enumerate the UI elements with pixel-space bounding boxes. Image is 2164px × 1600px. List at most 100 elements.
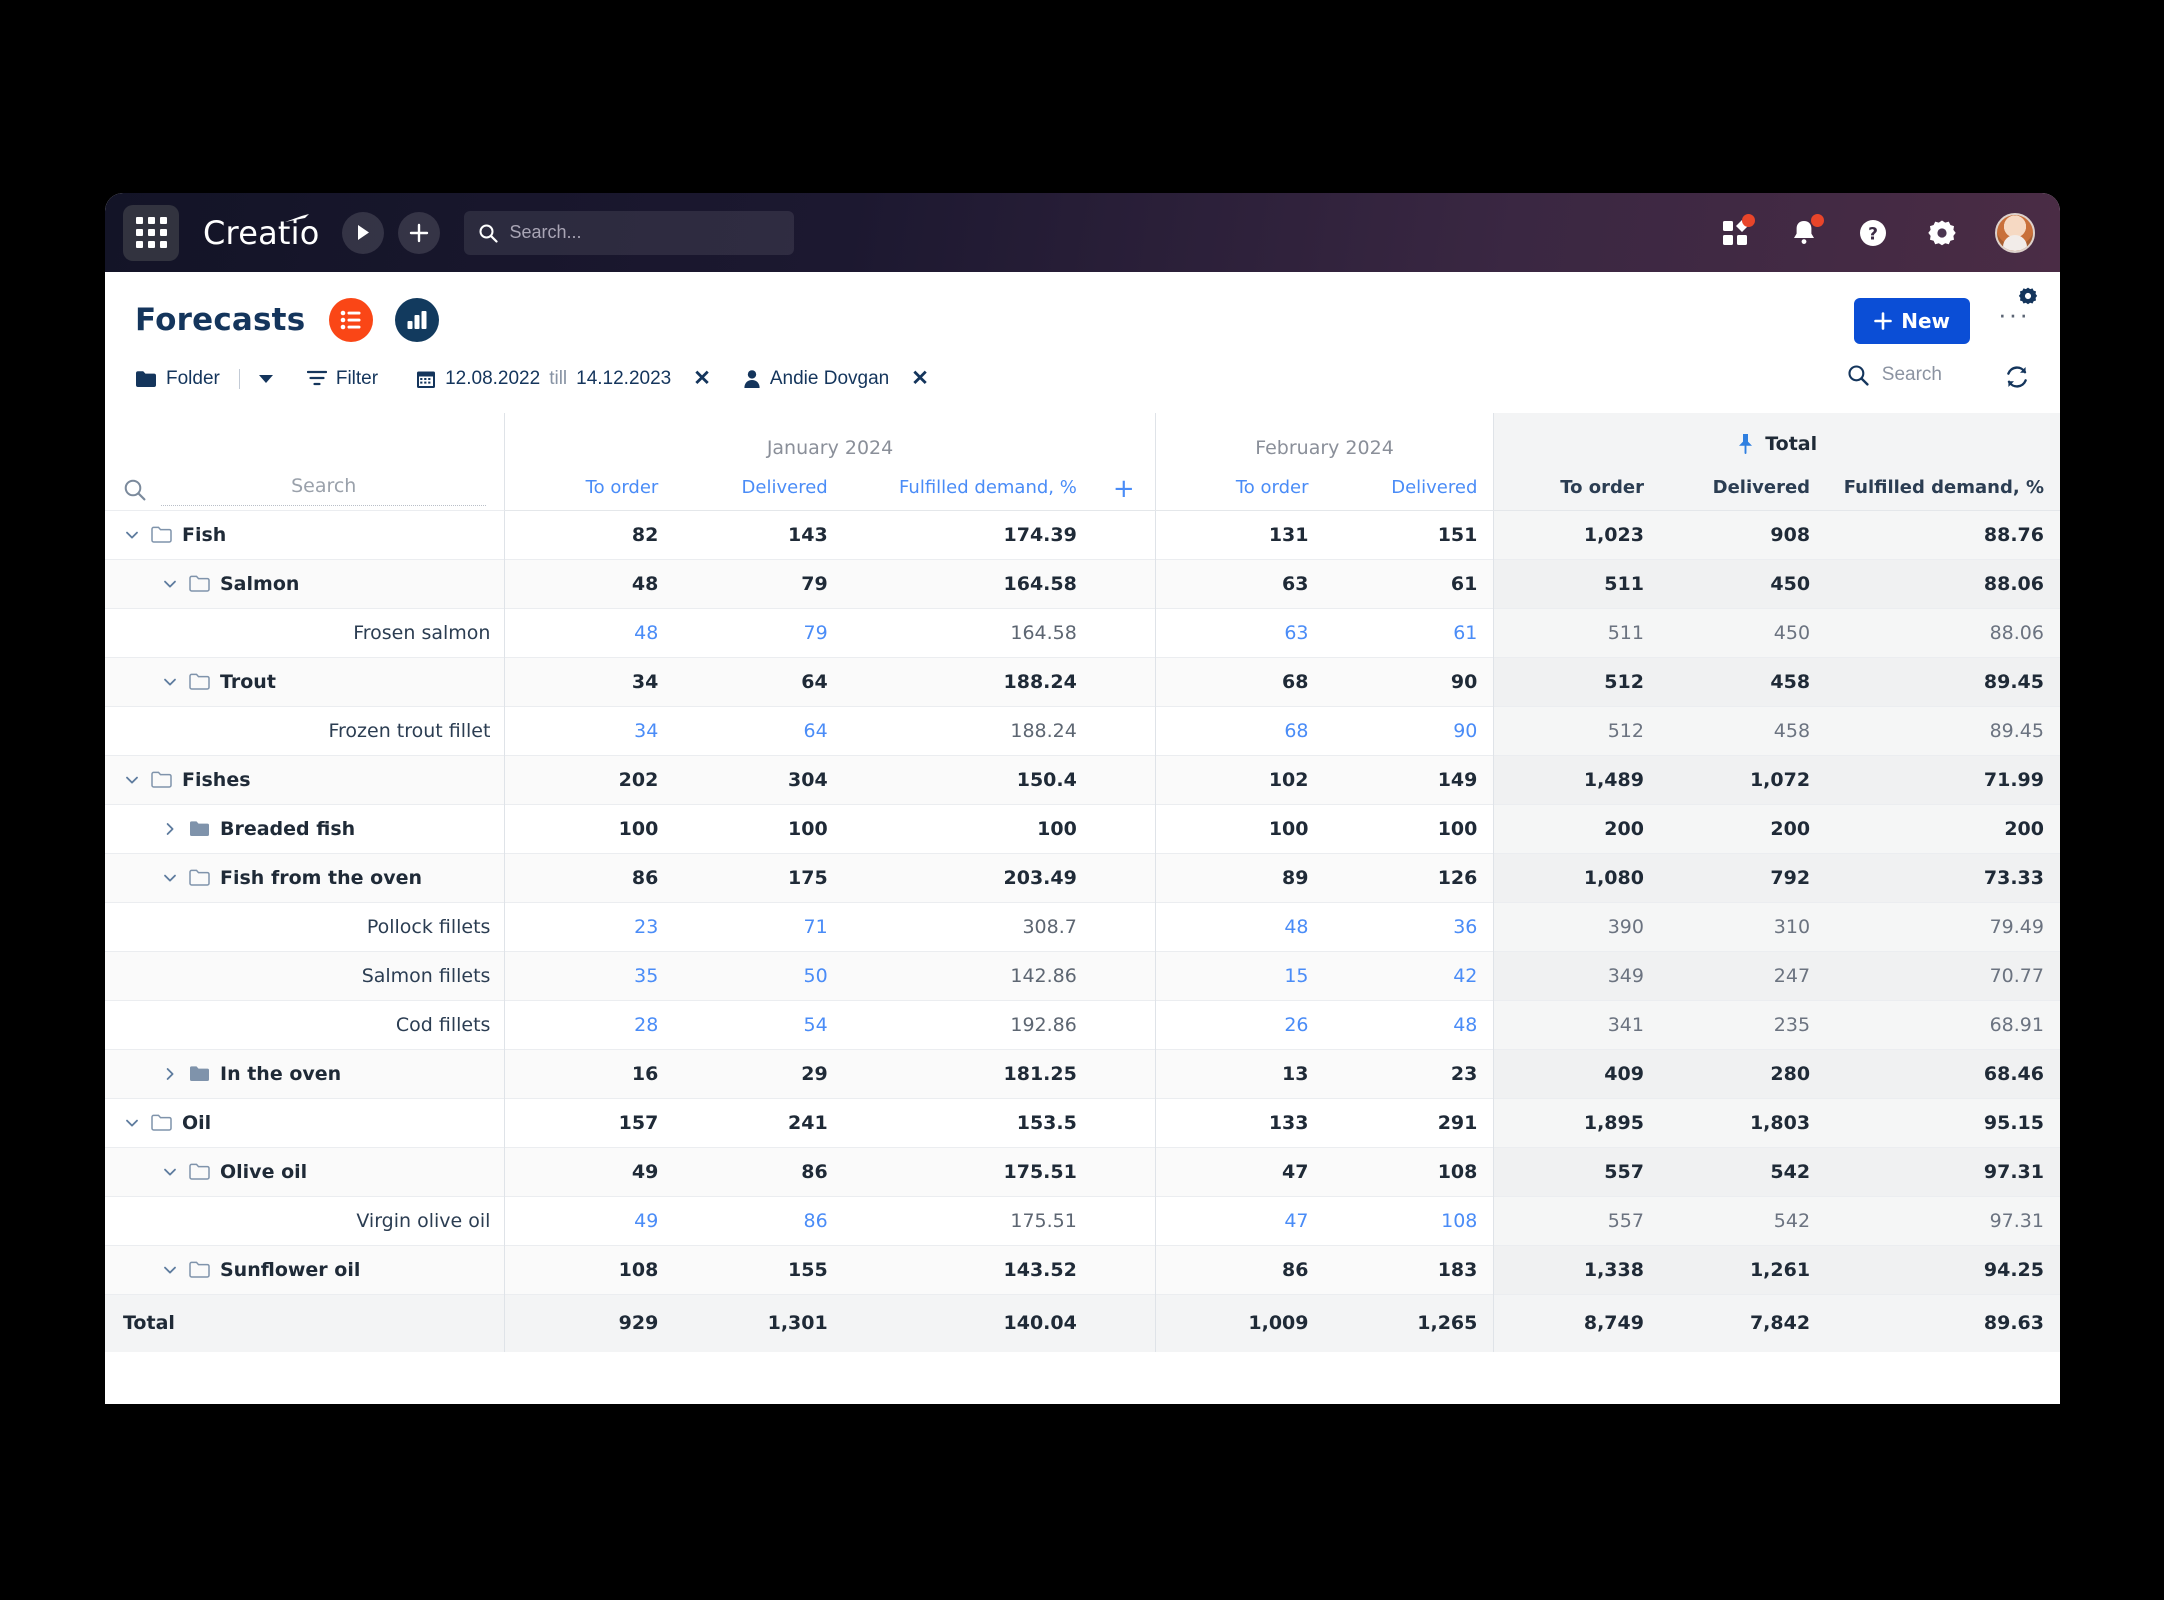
col-total-delivered[interactable]: Delivered [1660, 463, 1826, 510]
row-name-cell[interactable]: Olive oil [105, 1147, 505, 1196]
row-expand-toggle[interactable] [161, 577, 179, 591]
row-expand-toggle[interactable] [161, 822, 179, 836]
clear-date-filter-icon[interactable]: ✕ [693, 366, 711, 391]
table-row[interactable]: Virgin olive oil4986175.514710855754297.… [105, 1196, 2060, 1245]
pin-icon[interactable] [1737, 433, 1754, 454]
cell-jan-spacer [1093, 804, 1155, 853]
marketplace-icon[interactable] [1719, 217, 1751, 249]
row-expand-toggle[interactable] [161, 1165, 179, 1179]
row-expand-toggle[interactable] [161, 1067, 179, 1081]
row-name-content: Salmon [123, 573, 490, 595]
folder-open-icon [189, 1163, 210, 1180]
help-icon[interactable]: ? [1857, 217, 1889, 249]
cell-total-to-order: 409 [1494, 1049, 1660, 1098]
row-expand-toggle[interactable] [123, 1116, 141, 1130]
row-name-cell[interactable]: Fishes [105, 755, 505, 804]
cell-feb-to-order: 68 [1155, 657, 1324, 706]
quick-add-button[interactable] [398, 212, 440, 254]
filter-button[interactable]: Filter [307, 368, 378, 390]
table-row[interactable]: Fish82143174.391311511,02390888.76 [105, 510, 2060, 559]
table-row[interactable]: Trout3464188.24689051245889.45 [105, 657, 2060, 706]
gear-glyph [1927, 218, 1957, 248]
row-label: Cod fillets [396, 1014, 491, 1036]
col-total-to-order[interactable]: To order [1494, 463, 1660, 510]
plus-icon [409, 223, 429, 243]
table-row[interactable]: In the oven1629181.25132340928068.46 [105, 1049, 2060, 1098]
cell-jan-fulfilled: 142.86 [844, 951, 1093, 1000]
clear-owner-filter-icon[interactable]: ✕ [911, 366, 929, 391]
row-expand-toggle[interactable] [161, 1263, 179, 1277]
cell-total-fulfilled: 79.49 [1826, 902, 2060, 951]
apps-grid-icon[interactable] [123, 205, 179, 261]
row-name-cell[interactable]: Salmon [105, 559, 505, 608]
list-view-icon[interactable] [329, 298, 373, 342]
row-name-cell[interactable]: In the oven [105, 1049, 505, 1098]
folder-closed-icon [189, 820, 210, 837]
avatar[interactable] [1995, 213, 2035, 253]
row-name-cell[interactable]: Fish [105, 510, 505, 559]
cell-jan-spacer [1093, 853, 1155, 902]
add-column-button[interactable]: + [1093, 463, 1155, 510]
forecast-grid: Search January 2024 February 2024 Total [105, 413, 2060, 1352]
row-name-cell[interactable]: Sunflower oil [105, 1245, 505, 1294]
global-search-input[interactable]: Search... [464, 211, 794, 255]
table-row[interactable]: Fish from the oven86175203.49891261,0807… [105, 853, 2060, 902]
row-label: In the oven [220, 1063, 341, 1085]
row-name-content: Salmon fillets [123, 965, 490, 987]
table-row[interactable]: Oil157241153.51332911,8951,80395.15 [105, 1098, 2060, 1147]
col-feb-to-order[interactable]: To order [1155, 463, 1324, 510]
col-jan-delivered[interactable]: Delivered [674, 463, 843, 510]
table-row[interactable]: Olive oil4986175.514710855754297.31 [105, 1147, 2060, 1196]
row-expand-toggle[interactable] [161, 871, 179, 885]
col-jan-fulfilled[interactable]: Fulfilled demand, % [844, 463, 1093, 510]
cell-feb-delivered: 42 [1325, 951, 1494, 1000]
run-process-button[interactable] [342, 212, 384, 254]
cell-total-to-order: 390 [1494, 902, 1660, 951]
col-feb-delivered[interactable]: Delivered [1325, 463, 1494, 510]
more-actions-button[interactable]: ··· [1998, 308, 2030, 320]
row-expand-toggle[interactable] [123, 773, 141, 787]
table-row[interactable]: Cod fillets2854192.86264834123568.91 [105, 1000, 2060, 1049]
table-row[interactable]: Pollock fillets2371308.7483639031079.49 [105, 902, 2060, 951]
row-name-cell[interactable]: Breaded fish [105, 804, 505, 853]
help-glyph: ? [1858, 218, 1888, 248]
cell-jan-delivered: 100 [674, 804, 843, 853]
row-expand-toggle[interactable] [123, 528, 141, 542]
owner-filter[interactable]: Andie Dovgan ✕ [743, 366, 929, 391]
grand-total-delivered: 7,842 [1660, 1294, 1826, 1352]
list-search-input[interactable]: Search [1847, 364, 1942, 386]
row-name-cell[interactable]: Salmon fillets [105, 951, 505, 1000]
row-name-cell[interactable]: Frosen salmon [105, 608, 505, 657]
row-name-cell[interactable]: Virgin olive oil [105, 1196, 505, 1245]
table-row[interactable]: Frosen salmon4879164.58636151145088.06 [105, 608, 2060, 657]
col-total-fulfilled[interactable]: Fulfilled demand, % [1826, 463, 2060, 510]
grid-search-input[interactable]: Search [105, 475, 504, 506]
table-row[interactable]: Salmon4879164.58636151145088.06 [105, 559, 2060, 608]
row-name-cell[interactable]: Frozen trout fillet [105, 706, 505, 755]
row-name-cell[interactable]: Oil [105, 1098, 505, 1147]
cell-total-delivered: 458 [1660, 706, 1826, 755]
chevron-down-icon[interactable] [259, 375, 273, 383]
table-row[interactable]: Fishes202304150.41021491,4891,07271.99 [105, 755, 2060, 804]
row-expand-toggle[interactable] [161, 675, 179, 689]
folder-filter-button[interactable]: Folder [135, 368, 273, 390]
table-row[interactable]: Breaded fish100100100100100200200200 [105, 804, 2060, 853]
chart-view-icon[interactable] [395, 298, 439, 342]
cell-total-to-order: 557 [1494, 1196, 1660, 1245]
cell-jan-fulfilled: 150.4 [844, 755, 1093, 804]
table-row[interactable]: Salmon fillets3550142.86154234924770.77 [105, 951, 2060, 1000]
row-name-cell[interactable]: Pollock fillets [105, 902, 505, 951]
table-row[interactable]: Sunflower oil108155143.52861831,3381,261… [105, 1245, 2060, 1294]
col-jan-to-order[interactable]: To order [505, 463, 674, 510]
cell-jan-to-order: 202 [505, 755, 674, 804]
row-name-cell[interactable]: Trout [105, 657, 505, 706]
date-range-filter[interactable]: 12.08.2022 till 14.12.2023 ✕ [416, 366, 711, 391]
creatio-app-window: Creatio Search... [105, 193, 2060, 1404]
table-row[interactable]: Frozen trout fillet3464188.2468905124588… [105, 706, 2060, 755]
new-button[interactable]: New [1854, 298, 1970, 344]
gear-icon[interactable] [1926, 217, 1958, 249]
refresh-icon[interactable] [2004, 364, 2030, 395]
row-name-cell[interactable]: Fish from the oven [105, 853, 505, 902]
bell-icon[interactable] [1788, 217, 1820, 249]
row-name-cell[interactable]: Cod fillets [105, 1000, 505, 1049]
